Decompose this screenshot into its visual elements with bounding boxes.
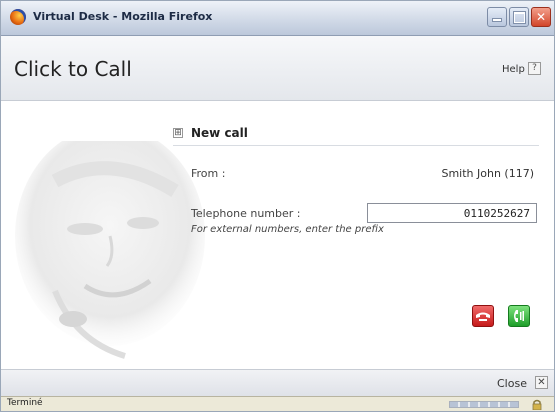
hangup-button[interactable] xyxy=(472,305,494,327)
close-icon: ✕ xyxy=(535,10,547,24)
firefox-icon xyxy=(10,9,26,25)
section-title: New call xyxy=(191,126,248,140)
dial-phone-icon xyxy=(514,310,524,322)
new-call-section-header[interactable]: ⊞ New call xyxy=(173,125,539,146)
status-text: Terminé xyxy=(7,398,43,408)
footer-bar: Close ✕ xyxy=(1,369,554,396)
dial-button[interactable] xyxy=(508,305,530,327)
telephone-number-label: Telephone number : xyxy=(191,207,301,220)
hangup-phone-icon xyxy=(476,312,490,321)
window-close-button[interactable]: ✕ xyxy=(531,7,551,27)
browser-window: Virtual Desk - Mozilla Firefox ✕ Click t… xyxy=(0,0,555,412)
maximize-icon xyxy=(514,12,525,23)
minimize-icon xyxy=(493,19,501,21)
prefix-hint: For external numbers, enter the prefix xyxy=(191,224,384,235)
help-icon[interactable]: ? xyxy=(528,62,541,75)
expand-icon[interactable]: ⊞ xyxy=(173,128,183,138)
operator-face-illustration xyxy=(15,141,205,359)
window-title: Virtual Desk - Mozilla Firefox xyxy=(33,10,213,23)
progress-indicator xyxy=(449,401,519,408)
status-bar: Terminé xyxy=(1,396,554,411)
main-content: ⊞ New call From : Smith John (117) Telep… xyxy=(1,101,554,369)
lock-icon xyxy=(532,399,542,410)
close-link[interactable]: Close xyxy=(497,377,527,390)
help-link[interactable]: Help xyxy=(502,64,525,75)
maximize-button[interactable] xyxy=(509,7,529,27)
page-title: Click to Call xyxy=(14,57,132,81)
page-header: Click to Call Help ? xyxy=(1,36,554,101)
from-value: Smith John (117) xyxy=(441,167,534,180)
telephone-number-input[interactable] xyxy=(367,203,537,223)
minimize-button[interactable] xyxy=(487,7,507,27)
title-bar[interactable]: Virtual Desk - Mozilla Firefox ✕ xyxy=(1,1,554,36)
close-footer-icon[interactable]: ✕ xyxy=(535,376,548,389)
from-label: From : xyxy=(191,167,226,180)
